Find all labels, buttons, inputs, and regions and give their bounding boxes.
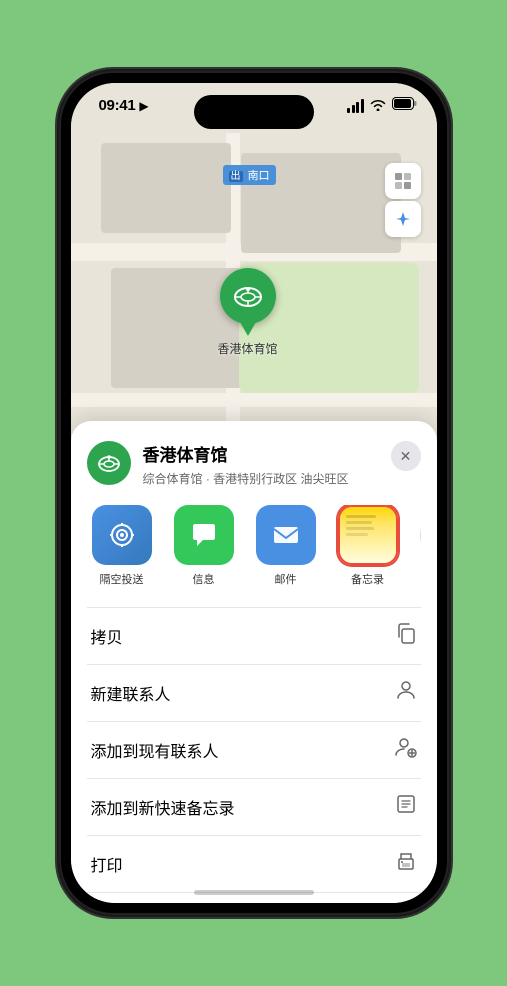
more-icon — [420, 505, 421, 565]
pin-circle — [219, 268, 275, 324]
share-row: 隔空投送 信息 — [87, 505, 421, 587]
venue-header: 香港体育馆 综合体育馆 · 香港特别行政区 油尖旺区 ✕ — [87, 441, 421, 487]
airdrop-label: 隔空投送 — [100, 571, 144, 587]
print-icon — [395, 850, 417, 878]
map-block-1 — [101, 143, 231, 233]
status-time: 09:41 — [99, 97, 136, 114]
action-add-contact-label: 添加到现有联系人 — [91, 738, 219, 762]
map-controls — [385, 163, 421, 237]
dynamic-island — [194, 95, 314, 129]
airdrop-icon — [92, 505, 152, 565]
map-label-nankou: 南口 — [223, 165, 276, 185]
action-row-print[interactable]: 打印 — [87, 835, 421, 893]
close-button[interactable]: ✕ — [391, 441, 421, 471]
action-print-label: 打印 — [91, 852, 123, 876]
pin-tail — [239, 322, 255, 336]
person-add-icon — [395, 736, 417, 764]
location-icon: ▶ — [139, 99, 148, 113]
venue-icon — [87, 441, 131, 485]
share-item-mail[interactable]: 邮件 — [251, 505, 321, 587]
pin-label: 香港体育馆 — [217, 340, 277, 357]
message-label: 信息 — [193, 571, 215, 587]
action-row-copy[interactable]: 拷贝 — [87, 607, 421, 664]
stadium-icon — [230, 279, 264, 313]
mail-icon — [256, 505, 316, 565]
phone-frame: 09:41 ▶ — [59, 71, 449, 915]
venue-info: 香港体育馆 综合体育馆 · 香港特别行政区 油尖旺区 — [143, 441, 391, 487]
action-quick-note-label: 添加到新快速备忘录 — [91, 795, 235, 819]
notes-icon — [338, 505, 398, 565]
share-item-message[interactable]: 信息 — [169, 505, 239, 587]
wifi-icon — [370, 98, 386, 114]
status-icons — [347, 97, 417, 115]
copy-icon — [395, 622, 417, 650]
share-item-more[interactable]: 推 — [415, 505, 421, 587]
venue-name: 香港体育馆 — [143, 441, 391, 466]
map-type-button[interactable] — [385, 163, 421, 199]
location-button[interactable] — [385, 201, 421, 237]
venue-stadium-icon — [96, 450, 122, 476]
action-row-new-contact[interactable]: 新建联系人 — [87, 664, 421, 721]
person-icon — [395, 679, 417, 707]
note-icon — [395, 793, 417, 821]
action-row-add-contact[interactable]: 添加到现有联系人 — [87, 721, 421, 778]
bottom-sheet: 香港体育馆 综合体育馆 · 香港特别行政区 油尖旺区 ✕ — [71, 421, 437, 903]
map-road-horizontal-2 — [71, 393, 437, 407]
mail-label: 邮件 — [275, 571, 297, 587]
location-pin: 香港体育馆 — [217, 268, 277, 357]
notes-label: 备忘录 — [351, 571, 384, 587]
battery-icon — [392, 97, 417, 115]
share-item-airdrop[interactable]: 隔空投送 — [87, 505, 157, 587]
message-icon — [174, 505, 234, 565]
venue-description: 综合体育馆 · 香港特别行政区 油尖旺区 — [143, 470, 391, 487]
share-item-notes[interactable]: 备忘录 — [333, 505, 403, 587]
signal-icon — [347, 99, 364, 113]
action-row-quick-note[interactable]: 添加到新快速备忘录 — [87, 778, 421, 835]
action-copy-label: 拷贝 — [91, 624, 123, 648]
home-indicator — [194, 890, 314, 895]
phone-screen: 09:41 ▶ — [71, 83, 437, 903]
action-new-contact-label: 新建联系人 — [91, 681, 171, 705]
